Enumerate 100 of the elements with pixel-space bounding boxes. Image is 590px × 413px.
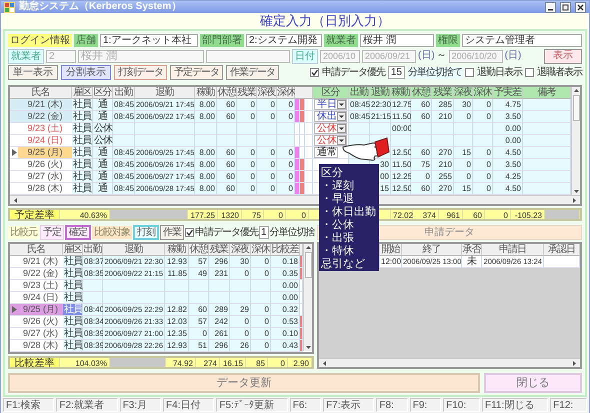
checkbox[interactable] <box>185 228 194 237</box>
screen-title: 確定入力（日別入力） <box>260 13 390 29</box>
table-cell: 社員 <box>63 280 83 292</box>
date-cell[interactable]: 9/27 (水) <box>18 171 72 183</box>
table-cell: 08:45 <box>349 99 370 111</box>
summary-value: 961 <box>439 210 463 219</box>
function-key[interactable]: F7:表示 <box>323 398 374 412</box>
table-cell: 11.50 <box>391 159 411 171</box>
function-key[interactable]: F12: <box>550 398 588 412</box>
category-dropdown[interactable]: 休出 <box>314 111 347 122</box>
function-key[interactable]: F10: <box>443 398 480 412</box>
date-cell[interactable]: 9/25 (月) <box>18 147 72 159</box>
table-cell <box>251 292 271 304</box>
date-cell[interactable]: 9/24 (日) <box>18 292 63 304</box>
row-selector[interactable] <box>10 304 18 316</box>
summary-label: 予定差率 <box>10 210 60 219</box>
rounding-field[interactable]: 1 <box>259 226 269 239</box>
function-key[interactable]: F8: <box>376 398 408 412</box>
maximize-button[interactable] <box>560 2 571 12</box>
summary-bar <box>110 358 166 367</box>
table-cell: 公休 <box>93 123 113 135</box>
date-cell[interactable]: 9/25 (月) <box>18 304 63 316</box>
check-icon <box>310 69 318 76</box>
table-cell: 0 <box>277 99 295 111</box>
table-cell <box>135 123 195 135</box>
close-button[interactable] <box>575 2 586 12</box>
column-header: 退勤 <box>370 87 391 99</box>
date-cell[interactable]: 9/28 (木) <box>18 340 63 352</box>
date-cell[interactable]: 9/21 (木) <box>18 256 63 268</box>
date-cell[interactable]: 9/21 (木) <box>18 99 72 111</box>
data-button[interactable]: 打刻データ <box>114 65 167 80</box>
date-cell[interactable]: 9/23 (土) <box>18 123 72 135</box>
checkbox-label: 退職者表示 <box>537 66 582 78</box>
table-cell: 0 <box>277 159 295 171</box>
compare-source-button[interactable]: 確定 <box>65 225 91 240</box>
checkbox-label: 申請データ優先 <box>195 226 258 238</box>
table-cell: 0 <box>237 183 257 195</box>
tooltip-item: ・遅刻 <box>321 180 355 193</box>
table-cell: 270 <box>432 183 454 195</box>
table-cell: 12.93 <box>165 256 189 268</box>
column-header: 氏名 <box>10 244 63 256</box>
checkbox-label: 申請データ優先 <box>322 66 385 78</box>
checkbox[interactable] <box>525 68 534 77</box>
category-dropdown[interactable]: 公休 <box>314 135 347 146</box>
window-title: 勤怠システム（Kerberos System） <box>19 1 182 13</box>
function-key[interactable]: F5:ﾃﾞｰﾀ更新 <box>216 398 288 412</box>
table-cell: 0 <box>189 328 209 340</box>
table-cell: 270 <box>432 147 454 159</box>
input-field[interactable] <box>206 50 290 62</box>
date-cell[interactable]: 9/23 (土) <box>18 280 63 292</box>
compare-target-button[interactable]: 作業 <box>160 225 184 240</box>
field-label: 部門部署 <box>200 34 244 46</box>
scroll-thumb[interactable] <box>304 252 312 278</box>
function-key[interactable]: F6: <box>290 398 322 412</box>
row-selector[interactable] <box>10 147 18 159</box>
compare-target-button[interactable]: 打刻 <box>133 225 159 240</box>
table-cell: 08:34 <box>83 316 103 328</box>
checkbox[interactable] <box>310 68 319 77</box>
column-header: 深夜 <box>454 87 473 99</box>
table-cell: 0 <box>277 183 295 195</box>
view-button[interactable]: 単一表示 <box>8 65 58 80</box>
date-cell[interactable]: 9/26 (火) <box>18 316 63 328</box>
close-button[interactable]: 閉じる <box>484 373 582 393</box>
column-header: 比較差 <box>271 244 300 256</box>
horizontal-scrollbar[interactable] <box>10 195 580 204</box>
data-button[interactable]: 予定データ <box>170 65 223 80</box>
table-cell <box>523 123 571 135</box>
function-key[interactable]: F3:月 <box>120 398 162 412</box>
table-cell: 0.00 <box>493 123 523 135</box>
date-cell[interactable]: 9/26 (火) <box>18 159 72 171</box>
date-cell[interactable]: 9/22 (金) <box>18 111 72 123</box>
horizontal-scrollbar[interactable] <box>319 358 580 367</box>
vertical-scrollbar[interactable] <box>571 87 580 195</box>
date-cell[interactable]: 9/28 (木) <box>18 183 72 195</box>
function-key[interactable]: F1:検索 <box>3 398 54 412</box>
function-key[interactable]: F11:閉じる <box>482 398 548 412</box>
update-button[interactable]: データ更新 <box>8 373 480 393</box>
category-dropdown[interactable]: 公休 <box>314 123 347 134</box>
show-button[interactable]: 表示 <box>544 48 582 64</box>
compare-source-button[interactable]: 予定 <box>40 225 64 240</box>
table-cell: 通 <box>93 183 113 195</box>
rounding-field[interactable]: 15 <box>388 66 405 79</box>
table-cell: 60 <box>217 99 237 111</box>
function-key[interactable]: F9: <box>410 398 442 412</box>
date-cell[interactable]: 9/24 (日) <box>18 135 72 147</box>
compare-source-label: 比較元 <box>8 226 39 239</box>
category-dropdown[interactable]: 半日 <box>314 99 347 110</box>
checkbox[interactable] <box>465 68 474 77</box>
category-field[interactable]: 通常 <box>314 147 338 158</box>
minimize-button[interactable] <box>545 2 556 12</box>
date-cell[interactable]: 9/22 (金) <box>18 268 63 280</box>
function-key[interactable]: F2:就業者 <box>56 398 118 412</box>
date-cell[interactable]: 9/27 (水) <box>18 328 63 340</box>
function-key[interactable]: F4:日付 <box>163 398 214 412</box>
table-cell: 60 <box>217 111 237 123</box>
table-cell <box>277 135 295 147</box>
vertical-scrollbar[interactable] <box>303 244 312 351</box>
scroll-thumb[interactable] <box>572 95 580 121</box>
view-button[interactable]: 分割表示 <box>61 65 111 80</box>
data-button[interactable]: 作業データ <box>226 65 279 80</box>
